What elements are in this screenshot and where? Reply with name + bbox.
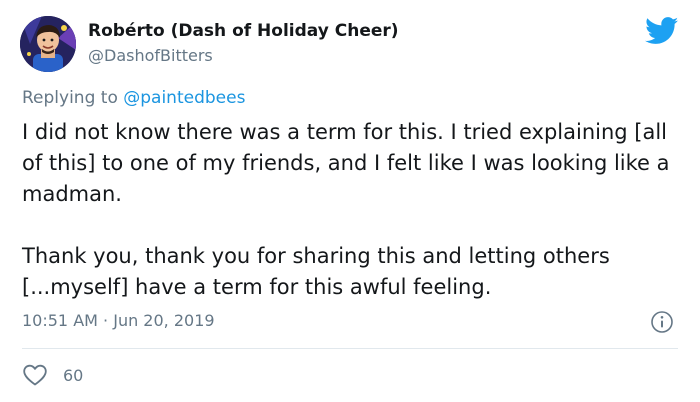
mention-link[interactable]: @paintedbees — [123, 88, 245, 108]
tweet-text: I did not know there was a term for this… — [22, 117, 682, 303]
tweet-paragraph-1: I did not know there was a term for this… — [22, 120, 670, 206]
replying-to: Replying to @paintedbees — [22, 88, 245, 108]
replying-to-prefix: Replying to — [22, 88, 124, 108]
info-icon[interactable] — [650, 310, 674, 334]
tweet-time: 10:51 AM — [22, 311, 98, 330]
heart-icon — [23, 364, 47, 386]
avatar[interactable] — [20, 16, 76, 72]
author-handle[interactable]: @DashofBitters — [88, 46, 213, 65]
author-display-name[interactable]: Robérto (Dash of Holiday Cheer) — [88, 21, 399, 41]
divider — [22, 348, 678, 349]
twitter-bird-icon[interactable] — [645, 17, 679, 45]
tweet-card: Robérto (Dash of Holiday Cheer) @DashofB… — [0, 0, 700, 402]
tweet-date: Jun 20, 2019 — [113, 311, 215, 330]
like-button[interactable]: 60 — [22, 362, 83, 388]
timestamp-separator: · — [97, 311, 114, 330]
tweet-paragraph-2: Thank you, thank you for sharing this an… — [22, 244, 610, 299]
tweet-timestamp[interactable]: 10:51 AM · Jun 20, 2019 — [22, 311, 215, 330]
like-count: 60 — [63, 365, 84, 385]
